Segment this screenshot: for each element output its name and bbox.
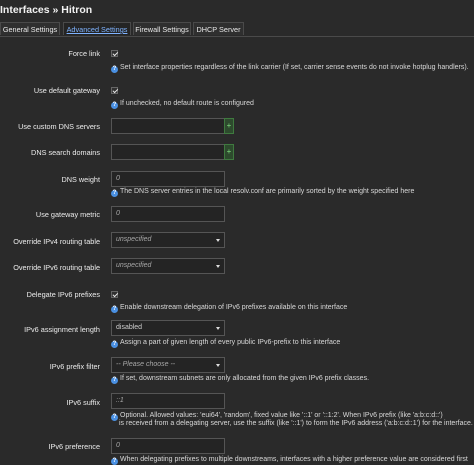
ipv6-routing-table-select[interactable]: unspecified — [111, 258, 225, 274]
ipv6-preference-label: IPv6 preference — [48, 442, 100, 451]
ipv6-suffix-label: IPv6 suffix — [66, 398, 100, 407]
dns-weight-help: ? The DNS server entries in the local res… — [111, 188, 414, 197]
gateway-metric-input[interactable]: 0 — [111, 206, 225, 222]
delegate-ipv6-help-text: Enable downstream delegation of IPv6 pre… — [120, 304, 348, 311]
use-default-gateway-help: ? If unchecked, no default route is confi… — [111, 100, 254, 109]
tab-advanced-settings[interactable]: Advanced Settings — [63, 22, 131, 35]
dns-weight-help-text: The DNS server entries in the local reso… — [120, 188, 415, 195]
ipv6-suffix-help-line-2: is received from a delegating server, us… — [119, 420, 473, 427]
ipv6-assignment-length-select[interactable]: disabled — [111, 320, 225, 336]
force-link-help-text: Set interface properties regardless of t… — [120, 64, 469, 71]
help-icon: ? — [111, 306, 118, 313]
ipv4-routing-table-label: Override IPv4 routing table — [13, 237, 100, 246]
delegate-ipv6-label: Delegate IPv6 prefixes — [26, 290, 100, 299]
help-icon: ? — [111, 377, 118, 384]
tab-general-settings[interactable]: General Settings — [0, 22, 60, 35]
ipv6-preference-help-text: When delegating prefixes to multiple dow… — [120, 456, 468, 463]
help-icon: ? — [111, 190, 118, 197]
ipv4-routing-table-select[interactable]: unspecified — [111, 232, 225, 248]
force-link-label: Force link — [68, 49, 100, 58]
ipv6-assignment-length-help-text: Assign a part of given length of every p… — [120, 339, 341, 346]
gateway-metric-label: Use gateway metric — [35, 210, 100, 219]
help-icon: ? — [111, 66, 118, 73]
delegate-ipv6-help: ? Enable downstream delegation of IPv6 pr… — [111, 304, 347, 313]
dns-weight-label: DNS weight — [61, 175, 100, 184]
dns-search-domains-add-button[interactable]: + — [224, 144, 234, 160]
use-default-gateway-label: Use default gateway — [33, 86, 100, 95]
dns-weight-input[interactable]: 0 — [111, 171, 225, 187]
ipv6-prefix-filter-label: IPv6 prefix filter — [49, 362, 100, 371]
ipv6-assignment-length-help: ? Assign a part of given length of every … — [111, 339, 340, 348]
custom-dns-label: Use custom DNS servers — [18, 122, 100, 131]
ipv6-routing-table-label: Override IPv6 routing table — [13, 263, 100, 272]
ipv6-assignment-length-label: IPv6 assignment length — [24, 325, 100, 334]
tab-dhcp-server[interactable]: DHCP Server — [193, 22, 244, 35]
tab-firewall-settings[interactable]: Firewall Settings — [133, 22, 191, 35]
use-default-gateway-checkbox[interactable] — [111, 87, 118, 94]
help-icon: ? — [111, 414, 118, 421]
ipv6-prefix-filter-help: ? If set, downstream subnets are only all… — [111, 375, 369, 384]
dns-search-domains-input[interactable] — [111, 144, 225, 160]
ipv6-prefix-filter-help-text: If set, downstream subnets are only allo… — [120, 375, 370, 382]
use-default-gateway-help-text: If unchecked, no default route is config… — [120, 100, 254, 107]
ipv6-preference-input[interactable]: 0 — [111, 438, 225, 454]
tab-bar: General Settings Advanced Settings Firew… — [0, 22, 474, 37]
custom-dns-add-button[interactable]: + — [224, 118, 234, 134]
delegate-ipv6-checkbox[interactable] — [111, 291, 118, 298]
ipv6-suffix-help-text-1: Optional. Allowed values: 'eui64', 'rand… — [120, 412, 443, 419]
ipv6-suffix-input[interactable]: ::1 — [111, 393, 225, 409]
page-title: Interfaces » Hitron — [0, 4, 93, 16]
force-link-help: ? Set interface properties regardless of … — [111, 64, 469, 73]
help-icon: ? — [111, 102, 118, 109]
custom-dns-input[interactable] — [111, 118, 225, 134]
dns-search-domains-label: DNS search domains — [31, 148, 100, 157]
force-link-checkbox[interactable] — [111, 50, 118, 57]
ipv6-prefix-filter-select[interactable]: -- Please choose -- — [111, 357, 225, 373]
help-icon: ? — [111, 341, 118, 348]
